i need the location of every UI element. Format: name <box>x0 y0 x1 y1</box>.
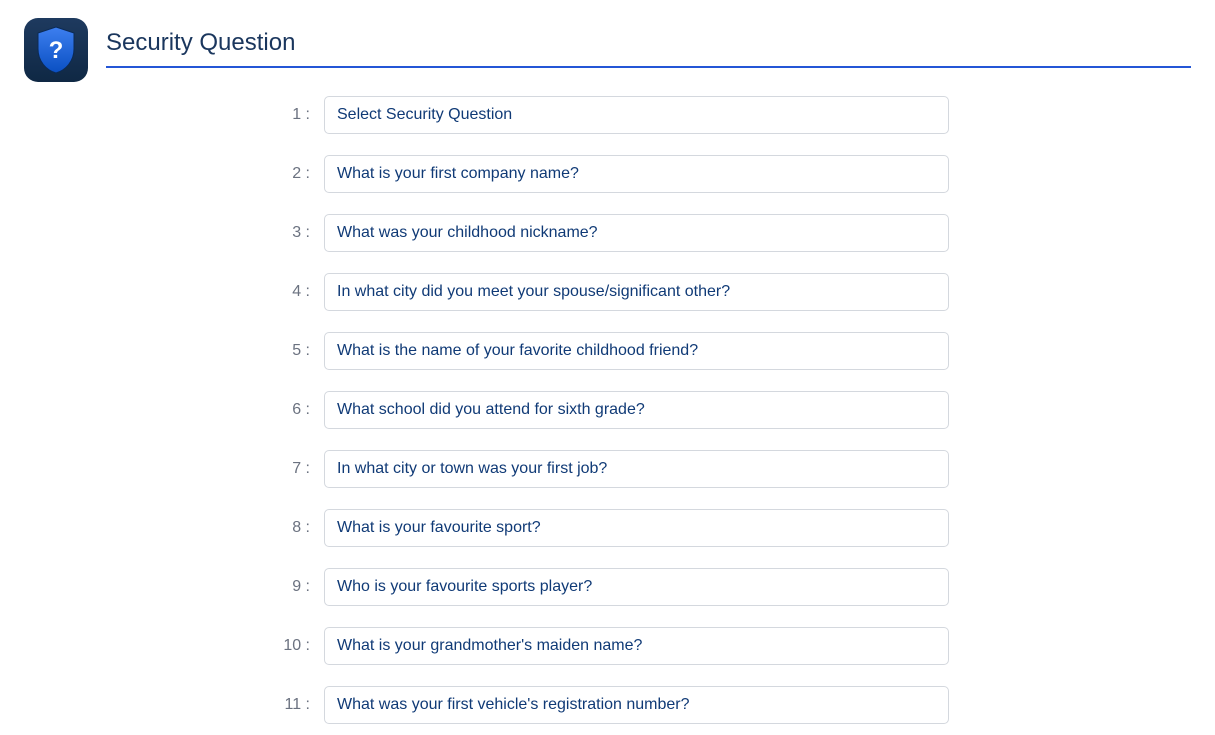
question-input-9[interactable] <box>324 568 949 606</box>
title-block: Security Question <box>106 29 1191 71</box>
question-row: 6 : <box>24 391 1191 429</box>
row-index: 1 : <box>24 106 324 124</box>
page-title: Security Question <box>106 29 1191 71</box>
question-row: 8 : <box>24 509 1191 547</box>
header: ? Security Question <box>0 0 1215 82</box>
question-input-6[interactable] <box>324 391 949 429</box>
question-input-1[interactable] <box>324 96 949 134</box>
row-index: 7 : <box>24 460 324 478</box>
question-row: 11 : <box>24 686 1191 724</box>
app-icon: ? <box>24 18 88 82</box>
row-index: 8 : <box>24 519 324 537</box>
question-row: 4 : <box>24 273 1191 311</box>
question-input-2[interactable] <box>324 155 949 193</box>
question-input-8[interactable] <box>324 509 949 547</box>
question-input-7[interactable] <box>324 450 949 488</box>
questions-list: 1 : 2 : 3 : 4 : 5 : 6 : 7 : 8 : 9 : 10 :… <box>0 96 1215 724</box>
question-row: 1 : <box>24 96 1191 134</box>
question-input-10[interactable] <box>324 627 949 665</box>
question-row: 10 : <box>24 627 1191 665</box>
row-index: 6 : <box>24 401 324 419</box>
question-row: 5 : <box>24 332 1191 370</box>
question-input-4[interactable] <box>324 273 949 311</box>
question-row: 3 : <box>24 214 1191 252</box>
row-index: 5 : <box>24 342 324 360</box>
question-input-5[interactable] <box>324 332 949 370</box>
svg-text:?: ? <box>49 37 64 64</box>
row-index: 3 : <box>24 224 324 242</box>
row-index: 9 : <box>24 578 324 596</box>
row-index: 11 : <box>24 696 324 714</box>
row-index: 4 : <box>24 283 324 301</box>
row-index: 10 : <box>24 637 324 655</box>
question-input-3[interactable] <box>324 214 949 252</box>
question-row: 9 : <box>24 568 1191 606</box>
shield-icon: ? <box>34 25 78 75</box>
question-input-11[interactable] <box>324 686 949 724</box>
row-index: 2 : <box>24 165 324 183</box>
question-row: 2 : <box>24 155 1191 193</box>
question-row: 7 : <box>24 450 1191 488</box>
